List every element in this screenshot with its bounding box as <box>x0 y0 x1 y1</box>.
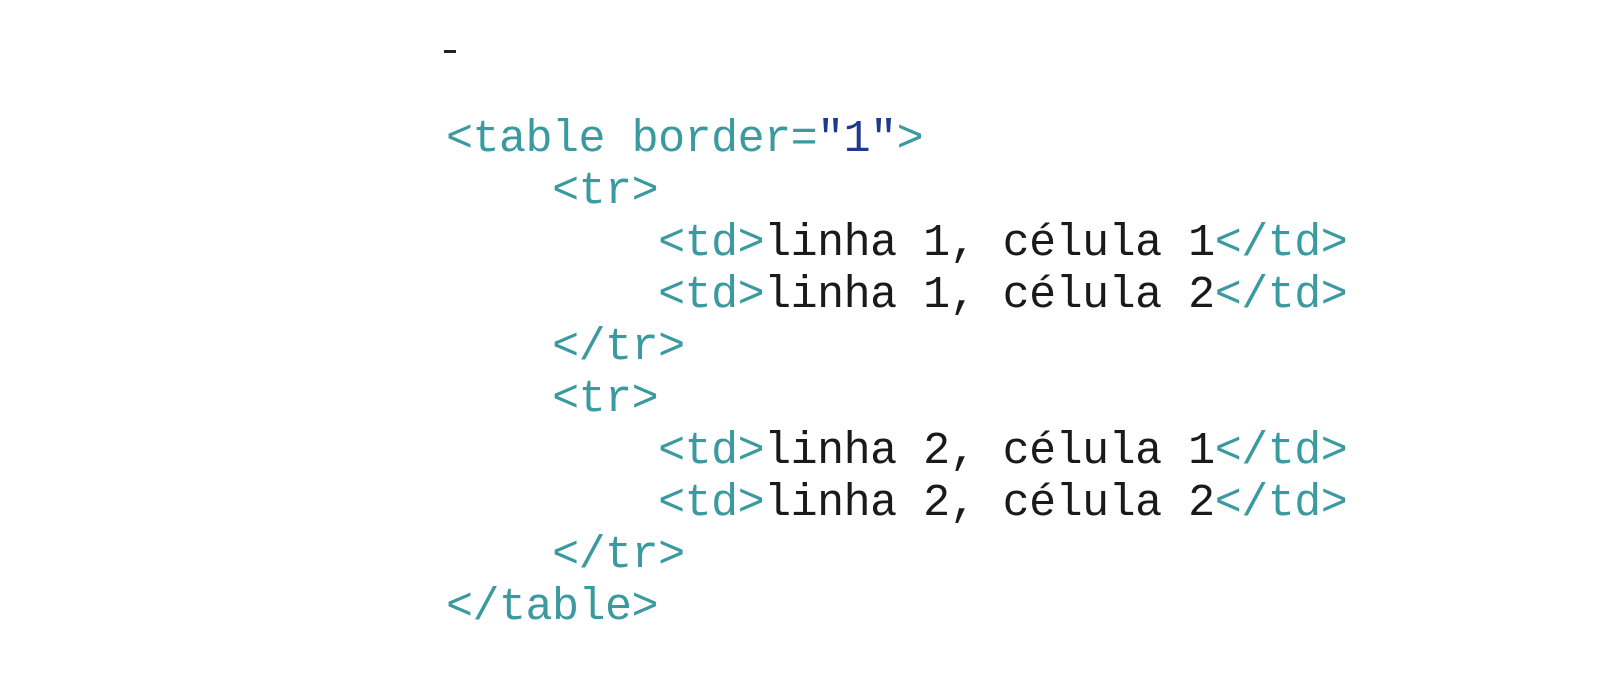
cell-text: linha 1, célula 2 <box>764 270 1215 321</box>
text-cursor <box>444 50 456 53</box>
cell-text: linha 2, célula 2 <box>764 478 1215 529</box>
code-line-1: <table border="1"> <box>446 114 924 165</box>
code-line-10: </table> <box>340 530 659 633</box>
attribute-value: "1" <box>817 114 897 165</box>
code-line-4: <td>linha 1, célula 2</td> <box>340 218 1348 321</box>
tag-close-table: </table> <box>446 582 659 633</box>
code-line-9: </tr> <box>340 478 685 581</box>
code-line-8: <td>linha 2, célula 2</td> <box>340 426 1348 529</box>
code-line-6: <tr> <box>340 322 659 425</box>
code-line-7: <td>linha 2, célula 1</td> <box>340 374 1348 477</box>
code-line-2: <tr> <box>340 114 659 217</box>
attribute-border: border="1" <box>631 114 898 165</box>
code-line-3: <td>linha 1, célula 1</td> <box>340 166 1348 269</box>
code-line-5: </tr> <box>340 270 685 373</box>
code-editor-view[interactable]: <table border="1"> <tr> <td>linha 1, cél… <box>0 0 1618 649</box>
tag-close-td: </td> <box>1214 478 1348 529</box>
tag-close-td: </td> <box>1214 270 1348 321</box>
